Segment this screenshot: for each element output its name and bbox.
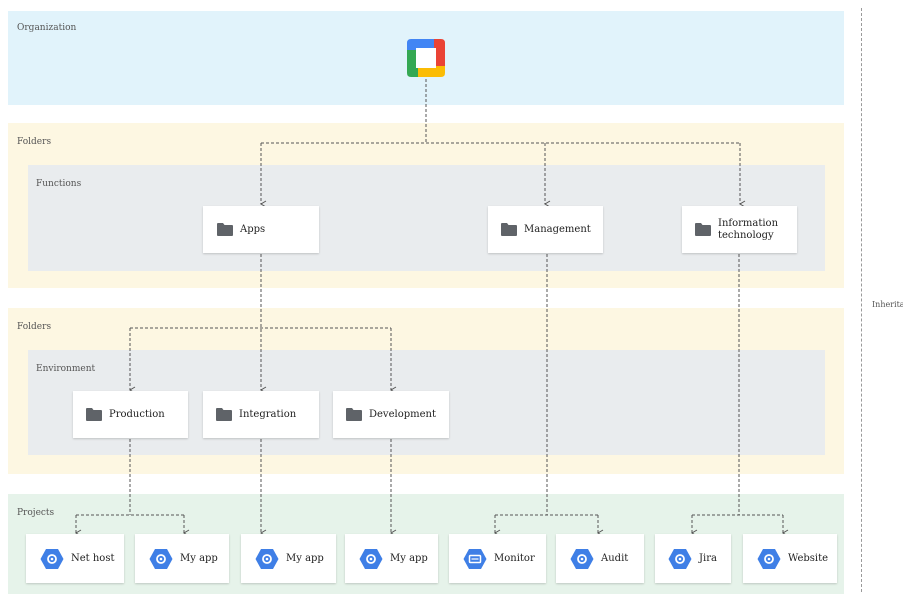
project-hex-icon xyxy=(757,548,781,570)
environment-node-development[interactable]: Development xyxy=(333,391,449,438)
function-node-information-technology[interactable]: Information technology xyxy=(682,206,797,253)
project-node-my-app[interactable]: My app xyxy=(345,534,438,583)
project-node-jira[interactable]: Jira xyxy=(655,534,731,583)
project-label: Jira xyxy=(699,552,717,564)
folder-icon xyxy=(217,223,233,236)
function-label: Apps xyxy=(240,223,266,235)
project-hex-icon xyxy=(149,548,173,570)
project-label: Website xyxy=(788,552,829,564)
project-hex-icon xyxy=(668,548,692,570)
folder-icon xyxy=(695,223,711,236)
project-label: Monitor xyxy=(494,552,535,564)
project-label: My app xyxy=(390,552,428,564)
function-node-management[interactable]: Management xyxy=(488,206,603,253)
folder-icon xyxy=(216,408,232,421)
project-node-website[interactable]: Website xyxy=(743,534,837,583)
project-hex-icon xyxy=(255,548,279,570)
environment-label: Production xyxy=(109,408,165,420)
project-hex-icon xyxy=(359,548,383,570)
monitor-hex-icon xyxy=(463,548,487,570)
project-label: My app xyxy=(180,552,218,564)
environment-node-integration[interactable]: Integration xyxy=(203,391,319,438)
project-node-monitor[interactable]: Monitor xyxy=(449,534,546,583)
project-node-audit[interactable]: Audit xyxy=(556,534,644,583)
function-node-apps[interactable]: Apps xyxy=(203,206,319,253)
project-node-net-host[interactable]: Net host xyxy=(26,534,124,583)
folder-icon xyxy=(501,223,517,236)
folder-icon xyxy=(346,408,362,421)
project-node-my-app[interactable]: My app xyxy=(241,534,336,583)
project-hex-icon xyxy=(40,548,64,570)
function-label: Management xyxy=(524,223,591,235)
environment-node-production[interactable]: Production xyxy=(73,391,188,438)
project-label: Audit xyxy=(601,552,629,564)
project-node-my-app[interactable]: My app xyxy=(135,534,229,583)
folder-icon xyxy=(86,408,102,421)
environment-label: Development xyxy=(369,408,436,420)
function-label: Information technology xyxy=(718,217,779,241)
environment-label: Integration xyxy=(239,408,297,420)
inheritance-divider xyxy=(861,8,862,592)
project-label: My app xyxy=(286,552,324,564)
project-label: Net host xyxy=(71,552,115,564)
inheritance-label: Inheritance xyxy=(872,300,903,309)
organization-logo xyxy=(407,39,445,77)
connector-lines xyxy=(75,79,789,537)
project-hex-icon xyxy=(570,548,594,570)
